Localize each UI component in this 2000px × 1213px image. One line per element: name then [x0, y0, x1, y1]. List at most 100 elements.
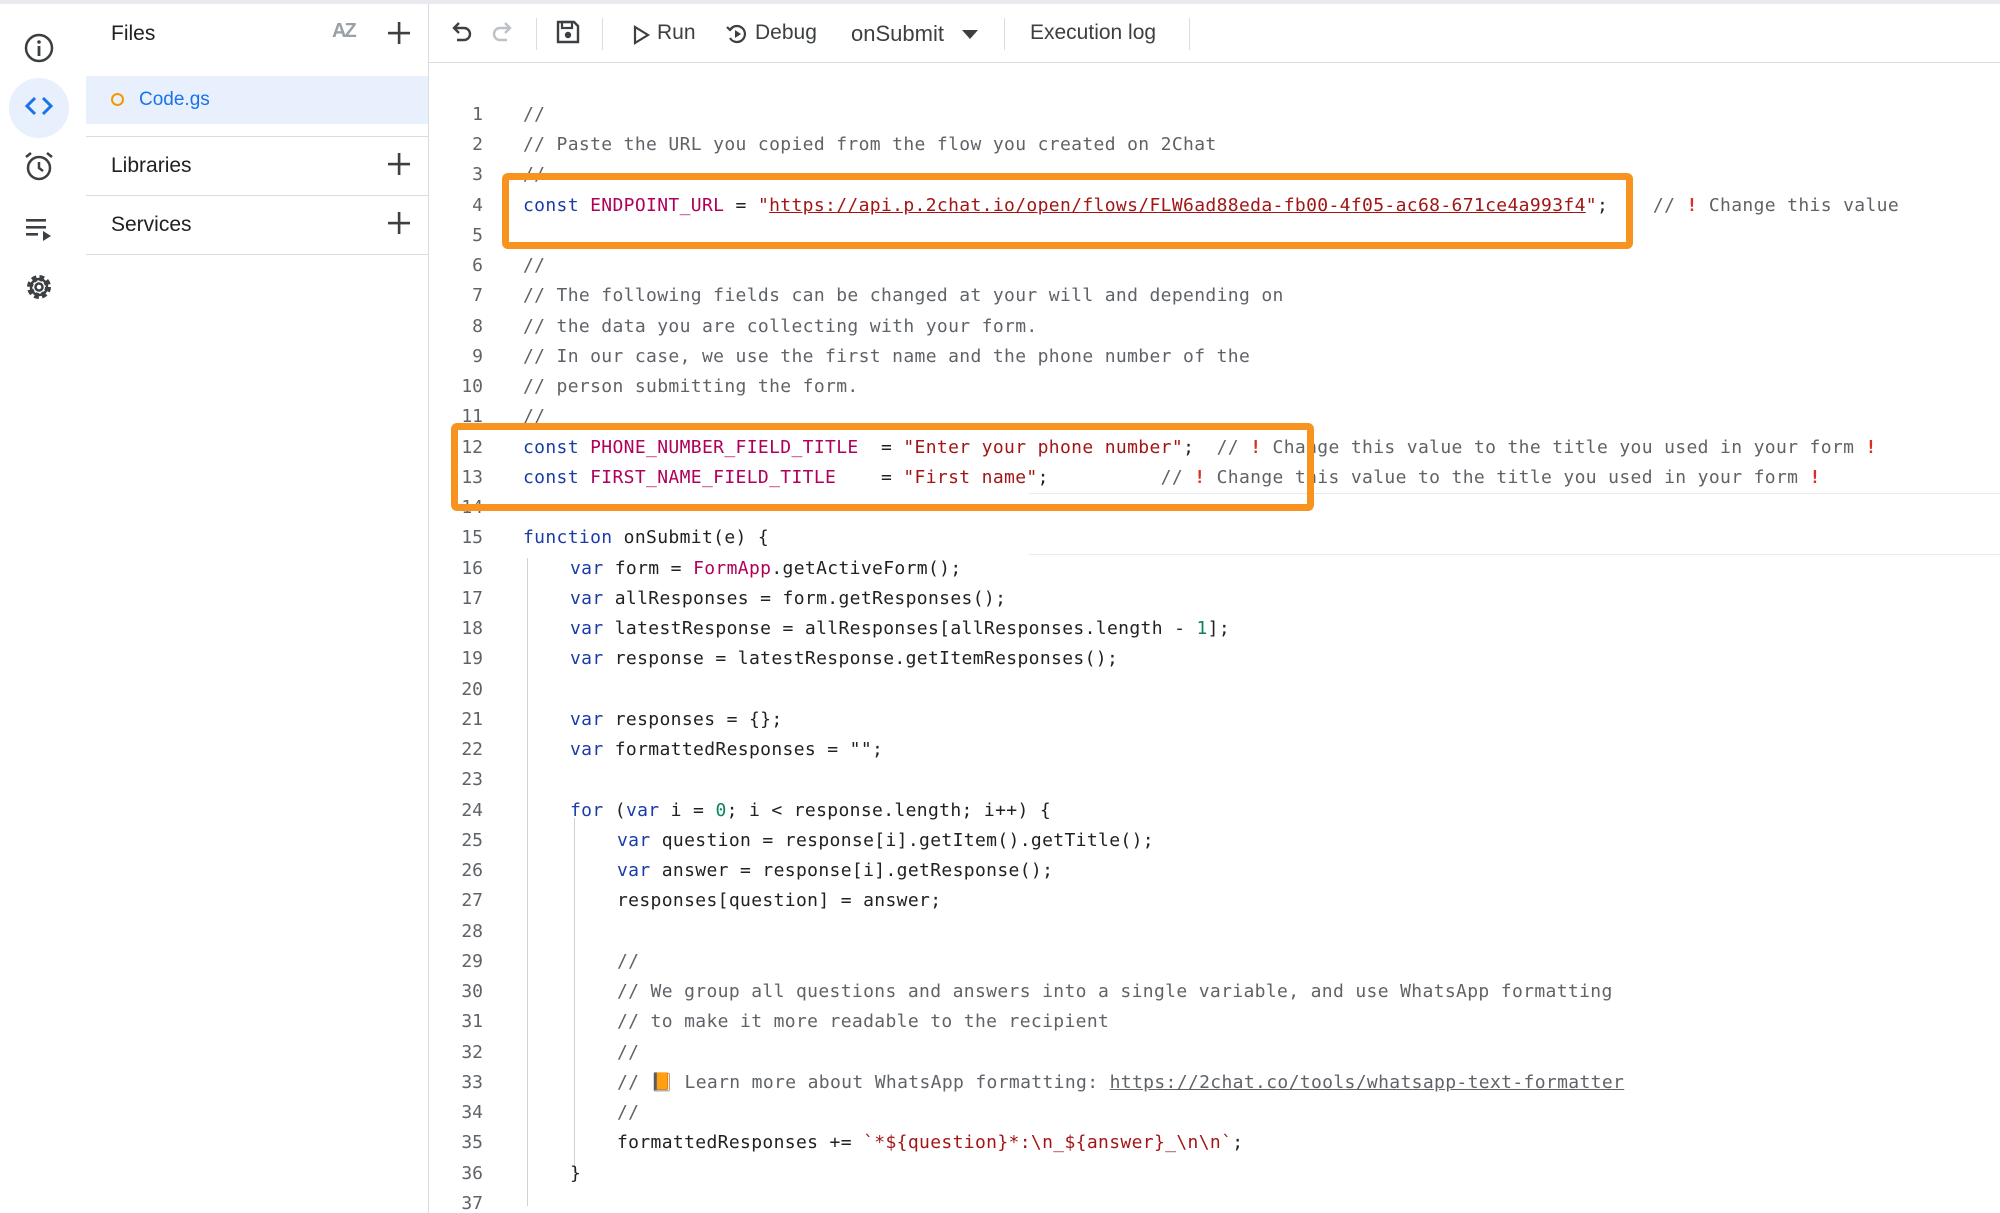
code-line: 35 formattedResponses += `*${question}*:\…	[429, 1128, 2000, 1158]
code-text: formattedResponses += `*${question}*:\n_…	[617, 1132, 1244, 1153]
code-text: responses[question] = answer;	[617, 890, 942, 911]
play-icon	[633, 25, 651, 50]
function-select-value: onSubmit	[851, 21, 944, 46]
add-file-button[interactable]	[382, 18, 416, 52]
info-icon	[23, 32, 55, 69]
code-text: var formattedResponses = "";	[570, 739, 884, 760]
redo-button[interactable]	[485, 16, 521, 52]
add-library-button[interactable]	[382, 149, 416, 183]
highlight-box-field-titles	[451, 423, 1314, 511]
files-title: Files	[111, 22, 156, 45]
code-line: 20	[461, 679, 483, 700]
code-text: var question = response[i].getItem().get…	[617, 830, 1154, 851]
services-label: Services	[111, 213, 192, 236]
warning-icon: !	[1686, 195, 1698, 216]
code-line: 25 var question = response[i].getItem().g…	[429, 826, 2000, 856]
code-line: 18 var latestResponse = allResponses[allR…	[429, 614, 2000, 644]
run-label: Run	[657, 21, 696, 44]
code-editor[interactable]: 1// 2// Paste the URL you copied from th…	[429, 63, 2000, 1213]
executions-button[interactable]	[9, 200, 69, 260]
code-line: 27 responses[question] = answer;	[429, 886, 2000, 916]
playlist-play-icon	[22, 211, 56, 250]
code-line: 8// the data you are collecting with you…	[429, 312, 2000, 342]
code-line: 37	[461, 1193, 483, 1213]
debug-label: Debug	[755, 21, 817, 44]
overview-button[interactable]	[9, 20, 69, 80]
code-line: 33// 📙 Learn more about WhatsApp formatt…	[429, 1068, 2000, 1098]
run-button[interactable]: Run	[629, 16, 729, 52]
code-comment: // person submitting the form.	[523, 376, 859, 397]
code-line: 23	[461, 769, 483, 790]
code-line: 29//	[429, 947, 2000, 977]
left-rail	[0, 4, 87, 1213]
sort-files-button[interactable]: AZ	[332, 20, 366, 50]
libraries-label: Libraries	[111, 154, 192, 177]
warning-icon: !	[1865, 437, 1877, 458]
code-line: 28	[461, 921, 483, 942]
code-comment: // the data you are collecting with your…	[523, 316, 1038, 337]
code-text: }	[570, 1163, 582, 1184]
libraries-section: Libraries	[86, 136, 428, 195]
whatsapp-formatter-link[interactable]: https://2chat.co/tools/whatsapp-text-for…	[1110, 1072, 1625, 1093]
debug-icon	[725, 22, 749, 51]
code-line: 10// person submitting the form.	[429, 372, 2000, 402]
code-line: 30// We group all questions and answers …	[429, 977, 2000, 1007]
toolbar-divider	[536, 18, 537, 50]
redo-icon	[489, 18, 517, 51]
toolbar-divider	[1189, 18, 1190, 50]
debug-button[interactable]: Debug	[725, 16, 835, 52]
code-line: 21 var responses = {};	[429, 705, 2000, 735]
dropdown-arrow-icon	[961, 28, 979, 46]
code-icon	[22, 89, 56, 128]
code-line: 9// In our case, we use the first name a…	[429, 342, 2000, 372]
code-line: 26 var answer = response[i].getResponse()…	[429, 856, 2000, 886]
code-comment: //	[617, 1042, 640, 1063]
highlight-box-endpoint-url	[502, 173, 1633, 249]
undo-button[interactable]	[443, 16, 479, 52]
services-section: Services	[86, 195, 428, 254]
code-comment: // We group all questions and answers in…	[617, 981, 1613, 1002]
code-text: var response = latestResponse.getItemRes…	[570, 648, 1119, 669]
triggers-button[interactable]	[9, 138, 69, 198]
code-line: 1//	[429, 100, 2000, 130]
editor-button[interactable]	[9, 78, 69, 138]
code-line: 15 function onSubmit(e) {	[429, 523, 2000, 553]
code-comment: // to make it more readable to the recip…	[617, 1011, 1110, 1032]
code-line: 7// The following fields can be changed …	[429, 281, 2000, 311]
code-text: var latestResponse = allResponses[allRes…	[570, 618, 1231, 639]
alarm-clock-icon	[22, 149, 56, 188]
code-line: 36}	[429, 1159, 2000, 1189]
plus-icon	[386, 151, 412, 182]
code-line: 19 var response = latestResponse.getItemR…	[429, 644, 2000, 674]
code-comment: //	[617, 1102, 640, 1123]
code-text: var allResponses = form.getResponses();	[570, 588, 1007, 609]
files-header: Files AZ	[86, 4, 428, 64]
unsaved-indicator-icon	[111, 93, 124, 106]
toolbar-divider	[1004, 18, 1005, 50]
code-text: var form = FormApp.getActiveForm();	[570, 558, 962, 579]
plus-icon	[386, 210, 412, 241]
code-line: 34//	[429, 1098, 2000, 1128]
code-line: 17 var allResponses = form.getResponses()…	[429, 584, 2000, 614]
code-text: function onSubmit(e) {	[523, 527, 770, 548]
code-comment: //	[523, 104, 546, 125]
function-select[interactable]: onSubmit	[843, 16, 983, 52]
execution-log-button[interactable]: Execution log	[1030, 21, 1156, 45]
files-divider	[86, 254, 428, 256]
code-text: for (var i = 0; i < response.length; i++…	[570, 800, 1052, 821]
code-comment: //	[523, 255, 546, 276]
code-line: 32//	[429, 1038, 2000, 1068]
files-panel: Files AZ Code.gs Libraries Services	[86, 4, 429, 1213]
save-icon	[554, 18, 582, 51]
save-button[interactable]	[550, 16, 586, 52]
add-service-button[interactable]	[382, 208, 416, 242]
project-settings-button[interactable]	[9, 259, 69, 319]
code-line: 16 var form = FormApp.getActiveForm();	[429, 554, 2000, 584]
code-text: var answer = response[i].getResponse();	[617, 860, 1054, 881]
code-line: 24 for (var i = 0; i < response.length; i…	[429, 796, 2000, 826]
plus-icon	[386, 20, 412, 51]
file-name: Code.gs	[139, 89, 210, 110]
code-line: 6//	[429, 251, 2000, 281]
file-item-code-gs[interactable]: Code.gs	[86, 76, 428, 124]
code-comment: // In our case, we use the first name an…	[523, 346, 1251, 367]
